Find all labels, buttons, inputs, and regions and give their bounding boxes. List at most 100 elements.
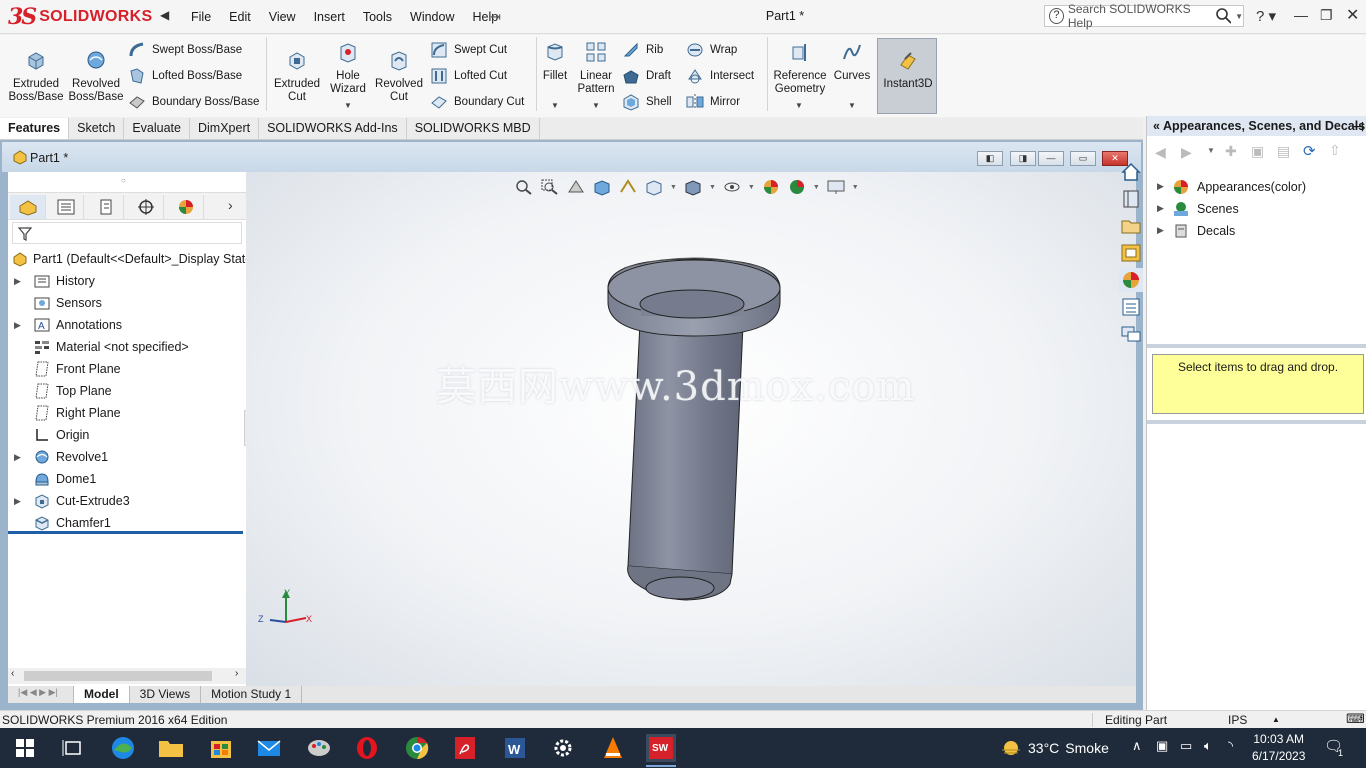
refresh-icon[interactable]: ⟳ <box>1303 142 1316 160</box>
feature-tree-item[interactable]: Front Plane <box>8 358 246 380</box>
feature-tree-item[interactable]: ▶ Revolve1 <box>8 446 246 468</box>
display-style-dropdown-icon[interactable]: ▼ <box>709 184 716 191</box>
acrobat-reader-icon[interactable] <box>450 734 480 762</box>
tile-right-button[interactable]: ◨ <box>1010 151 1036 166</box>
units-dropdown-icon[interactable]: ▲ <box>1272 715 1280 724</box>
wrap-button[interactable]: Wrap <box>686 41 737 59</box>
appearances-node[interactable]: ▶ Appearances(color) <box>1147 176 1357 198</box>
feature-tree-item[interactable]: Origin <box>8 424 246 446</box>
tabs-more-icon[interactable]: › <box>228 197 233 213</box>
tab-features[interactable]: Features <box>0 118 70 139</box>
mirror-button[interactable]: Mirror <box>686 93 740 111</box>
menu-window[interactable]: Window <box>401 10 463 24</box>
microsoft-store-icon[interactable] <box>206 734 236 762</box>
history-dropdown-icon[interactable]: ▼ <box>1207 146 1215 155</box>
forward-icon[interactable]: ▶ <box>1181 144 1192 161</box>
zoom-to-fit-icon[interactable] <box>514 178 534 196</box>
feature-tree-item[interactable]: ▶ Cut-Extrude3 <box>8 490 246 512</box>
new-folder-icon[interactable]: ▤ <box>1277 143 1290 160</box>
pane-grip-icon[interactable]: ○ <box>121 176 126 185</box>
lofted-cut-button[interactable]: Lofted Cut <box>430 67 507 85</box>
add-to-library-icon[interactable]: ✚ <box>1225 143 1237 160</box>
boundary-boss-button[interactable]: Boundary Boss/Base <box>128 93 259 111</box>
vlc-icon[interactable] <box>598 734 628 762</box>
intersect-button[interactable]: Intersect <box>686 67 754 85</box>
doc-minimize-button[interactable]: — <box>1038 151 1064 166</box>
propertymanager-tab[interactable] <box>48 195 84 219</box>
section-view-icon[interactable] <box>592 178 612 196</box>
hide-show-dropdown-icon[interactable]: ▼ <box>748 184 755 191</box>
mail-icon[interactable] <box>254 734 284 762</box>
apply-scene-icon[interactable] <box>787 178 807 196</box>
feature-filter-input[interactable] <box>12 222 242 244</box>
feature-tree-item[interactable]: Top Plane <box>8 380 246 402</box>
chrome-icon[interactable] <box>402 734 432 762</box>
add-folder-icon[interactable]: ▣ <box>1251 143 1264 160</box>
scroll-left-icon[interactable]: ‹ <box>11 668 14 679</box>
displaymanager-tab[interactable] <box>168 195 204 219</box>
close-button[interactable]: ✕ <box>1346 5 1359 25</box>
menu-insert[interactable]: Insert <box>305 10 354 24</box>
scenes-node[interactable]: ▶ Scenes <box>1147 198 1357 220</box>
settings-gear-icon[interactable] <box>548 734 578 762</box>
word-icon[interactable]: W <box>500 734 530 762</box>
forum-icon[interactable] <box>1119 322 1143 346</box>
network-drive-icon[interactable]: ▣ <box>1156 738 1168 754</box>
apply-scene-dropdown-icon[interactable]: ▼ <box>813 184 820 191</box>
view-settings-dropdown-icon[interactable]: ▼ <box>852 184 859 191</box>
view-orientation-dropdown-icon[interactable]: ▼ <box>670 184 677 191</box>
expand-arrow-icon[interactable]: ▶ <box>14 276 21 287</box>
view-orientation-icon[interactable] <box>644 178 664 196</box>
solidworks-resources-icon[interactable] <box>1119 160 1143 184</box>
expand-arrow-icon[interactable]: ▶ <box>14 452 21 463</box>
draft-button[interactable]: Draft <box>622 67 671 85</box>
zoom-to-area-icon[interactable] <box>540 178 560 196</box>
feature-tree-item[interactable]: Dome1 <box>8 468 246 490</box>
extruded-boss-button[interactable]: Extruded Boss/Base <box>8 49 64 104</box>
feature-tree-item[interactable]: Sensors <box>8 292 246 314</box>
feature-tree-root[interactable]: Part1 (Default<<Default>_Display State <box>8 248 252 270</box>
restore-button[interactable]: ❐ <box>1320 7 1333 24</box>
opera-icon[interactable] <box>352 734 382 762</box>
design-library-icon[interactable] <box>1119 187 1143 211</box>
hole-wizard-dropdown-icon[interactable]: ▼ <box>344 101 352 110</box>
file-explorer-taskbar-icon[interactable] <box>156 734 186 762</box>
pin-pane-icon[interactable]: ⊣ <box>1353 119 1364 134</box>
tab-motion-study[interactable]: Motion Study 1 <box>201 686 303 703</box>
linear-pattern-dropdown-icon[interactable]: ▼ <box>592 101 600 110</box>
solidworks-taskbar-icon[interactable]: SW <box>646 734 676 762</box>
curves-button[interactable]: Curves <box>832 41 872 83</box>
wifi-icon[interactable]: ◝ <box>1228 738 1233 754</box>
swept-boss-button[interactable]: Swept Boss/Base <box>128 41 242 59</box>
menu-tools[interactable]: Tools <box>354 10 401 24</box>
rib-button[interactable]: Rib <box>622 41 663 59</box>
back-icon[interactable]: ◀ <box>1155 144 1166 161</box>
hole-wizard-button[interactable]: Hole Wizard <box>326 41 370 96</box>
menu-view[interactable]: View <box>260 10 305 24</box>
expand-arrow-icon[interactable]: ▶ <box>14 496 21 507</box>
feature-tree-item[interactable]: Right Plane <box>8 402 246 424</box>
help-search-box[interactable]: ? Search SOLIDWORKS Help ▼ <box>1044 2 1244 30</box>
display-style-icon[interactable] <box>683 178 703 196</box>
configurationmanager-tab[interactable] <box>88 195 124 219</box>
volume-icon[interactable]: 🔈︎ <box>1204 738 1212 754</box>
rivet-part-model[interactable] <box>596 254 796 604</box>
lofted-boss-button[interactable]: Lofted Boss/Base <box>128 67 242 85</box>
tab-sketch[interactable]: Sketch <box>69 118 125 139</box>
windows-start-icon[interactable] <box>10 734 40 762</box>
feature-tree-scrollbar[interactable]: ‹ › <box>8 668 246 684</box>
search-icon[interactable] <box>1215 7 1232 25</box>
units-selector[interactable]: IPS <box>1228 713 1247 727</box>
tab-addins[interactable]: SOLIDWORKS Add-Ins <box>259 118 407 139</box>
doc-restore-button[interactable]: ▭ <box>1070 151 1096 166</box>
revolved-boss-button[interactable]: Revolved Boss/Base <box>68 49 124 104</box>
search-dropdown-icon[interactable]: ▼ <box>1235 12 1243 21</box>
battery-icon[interactable]: ▭ <box>1180 738 1192 754</box>
fillet-button[interactable]: Fillet <box>540 41 570 83</box>
appearances-scenes-icon[interactable] <box>1119 268 1143 292</box>
custom-properties-icon[interactable] <box>1119 295 1143 319</box>
decals-node[interactable]: ▶ Decals <box>1147 220 1357 242</box>
hide-show-items-icon[interactable] <box>722 178 742 196</box>
tab-evaluate[interactable]: Evaluate <box>124 118 190 139</box>
view-settings-icon[interactable] <box>826 178 846 196</box>
